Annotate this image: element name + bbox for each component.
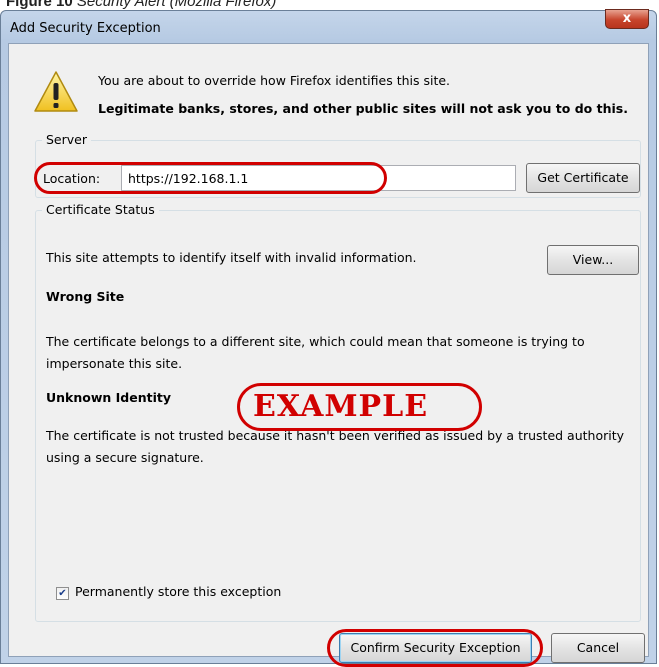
view-label: View... bbox=[572, 252, 614, 267]
figure-label: Figure 10 bbox=[6, 0, 73, 10]
add-security-exception-dialog: Add Security Exception x You are about t… bbox=[0, 9, 657, 667]
status-summary: This site attempts to identify itself wi… bbox=[46, 250, 417, 265]
warning-message-bold: Legitimate banks, stores, and other publ… bbox=[98, 101, 628, 116]
warning-triangle-icon bbox=[34, 71, 78, 112]
confirm-security-exception-button[interactable]: Confirm Security Exception bbox=[339, 633, 532, 663]
cancel-button[interactable]: Cancel bbox=[551, 633, 645, 663]
view-button[interactable]: View... bbox=[547, 245, 639, 275]
permanent-store-label[interactable]: Permanently store this exception bbox=[75, 584, 281, 599]
location-label: Location: bbox=[43, 171, 101, 186]
checkmark-icon: ✔ bbox=[58, 588, 67, 599]
location-input[interactable] bbox=[121, 165, 516, 191]
example-stamp: EXAMPLE bbox=[253, 389, 429, 424]
figure-caption: Figure 10 Security Alert (Mozilla Firefo… bbox=[6, 0, 276, 10]
close-button[interactable]: x bbox=[605, 9, 649, 29]
get-certificate-button[interactable]: Get Certificate bbox=[526, 163, 640, 193]
server-legend: Server bbox=[42, 132, 91, 147]
unknown-identity-text: The certificate is not trusted because i… bbox=[46, 428, 625, 465]
permanent-store-checkbox[interactable]: ✔ bbox=[56, 587, 69, 600]
unknown-identity-heading: Unknown Identity bbox=[46, 390, 172, 405]
get-certificate-label: Get Certificate bbox=[537, 170, 629, 185]
cancel-label: Cancel bbox=[576, 640, 620, 655]
wrong-site-text: The certificate belongs to a different s… bbox=[46, 334, 585, 371]
certificate-status-legend: Certificate Status bbox=[42, 202, 159, 217]
close-icon: x bbox=[622, 11, 632, 26]
dialog-title: Add Security Exception bbox=[10, 21, 161, 36]
wrong-site-heading: Wrong Site bbox=[46, 289, 125, 304]
confirm-label: Confirm Security Exception bbox=[350, 640, 521, 655]
figure-text: Security Alert (Mozilla Firefox) bbox=[76, 0, 277, 10]
dialog-body: You are about to override how Firefox id… bbox=[8, 43, 649, 667]
warning-message: You are about to override how Firefox id… bbox=[98, 73, 451, 88]
